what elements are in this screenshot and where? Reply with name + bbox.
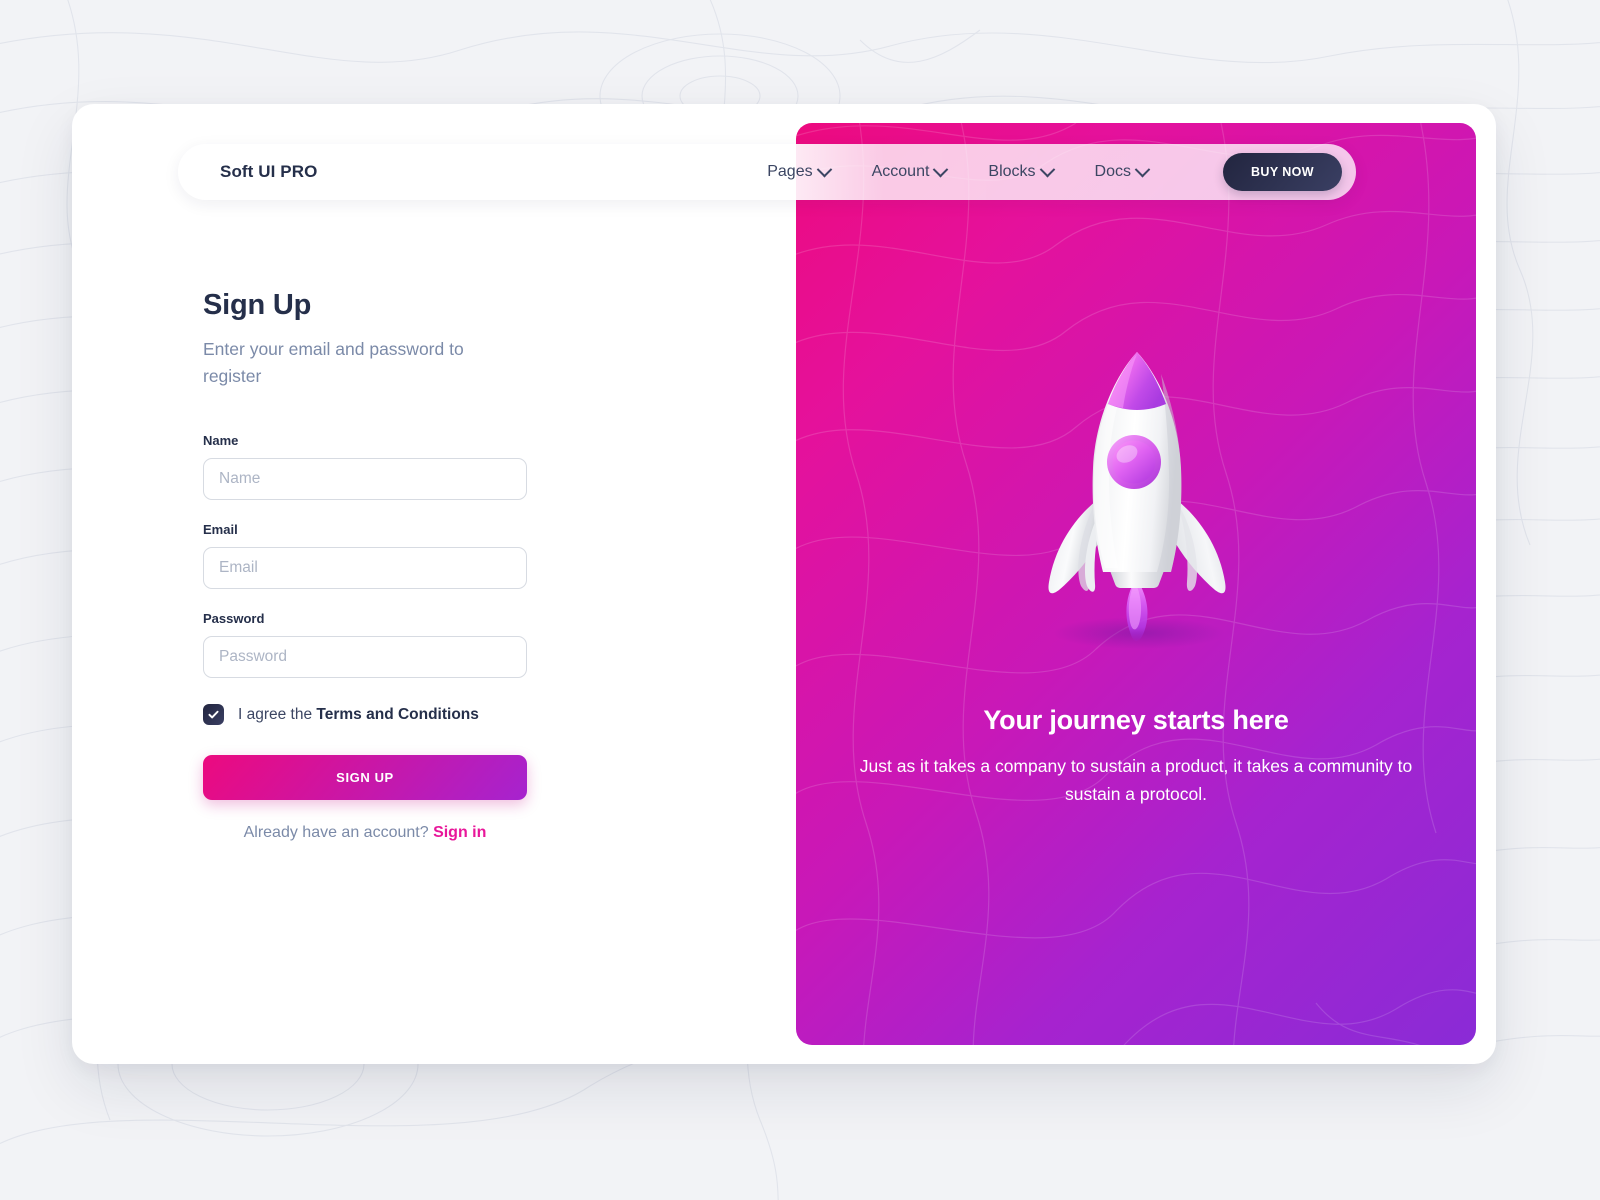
chevron-down-icon (1039, 161, 1055, 177)
name-field-label: Name (203, 433, 239, 449)
hero-title: Your journey starts here (983, 705, 1289, 735)
nav-item-blocks[interactable]: Blocks (988, 161, 1055, 181)
signin-prompt-text: Already have an account? (243, 824, 434, 842)
nav-item-docs-label: Docs (1094, 163, 1131, 180)
nav-item-blocks-label: Blocks (988, 163, 1036, 180)
signup-form: Sign Up Enter your email and password to… (203, 289, 527, 842)
nav-item-account[interactable]: Account (871, 161, 949, 181)
chevron-down-icon (1134, 161, 1151, 177)
nav-links: Pages Account Blocks Docs (767, 161, 1151, 181)
password-field-label: Password (203, 611, 265, 627)
terms-checkbox[interactable] (203, 704, 224, 726)
email-input[interactable] (203, 547, 527, 590)
password-input[interactable] (203, 636, 527, 679)
nav-item-docs[interactable]: Docs (1094, 161, 1151, 181)
signup-button[interactable]: SIGN UP (203, 755, 527, 801)
rocket-icon (1048, 352, 1226, 649)
navbar: Soft UI PRO Pages Account Blocks Docs BU… (178, 144, 1356, 200)
hero-text-block: Your journey starts here Just as it take… (796, 705, 1476, 808)
signin-link[interactable]: Sign in (433, 824, 486, 841)
chevron-down-icon (816, 161, 832, 177)
hero-panel: Your journey starts here Just as it take… (796, 123, 1476, 1045)
terms-and-conditions-link[interactable]: Terms and Conditions (316, 706, 478, 723)
signin-prompt-row: Already have an account? Sign in (203, 824, 527, 842)
auth-card: Your journey starts here Just as it take… (72, 104, 1496, 1064)
check-icon (208, 710, 219, 719)
email-field-group: Email (203, 522, 527, 590)
nav-item-pages[interactable]: Pages (767, 161, 832, 181)
nav-item-pages-label: Pages (767, 163, 813, 180)
page-subtitle: Enter your email and password to registe… (203, 339, 464, 386)
brand-logo[interactable]: Soft UI PRO (220, 162, 317, 182)
page-title: Sign Up (203, 289, 312, 321)
chevron-down-icon (933, 161, 949, 177)
terms-label: I agree the Terms and Conditions (238, 706, 479, 724)
hero-subtitle: Just as it takes a company to sustain a … (859, 756, 1413, 804)
buy-now-button[interactable]: BUY NOW (1223, 153, 1342, 191)
email-field-label: Email (203, 522, 238, 538)
terms-prefix: I agree the (238, 705, 317, 723)
name-field-group: Name (203, 433, 527, 501)
terms-row: I agree the Terms and Conditions (203, 704, 527, 726)
password-field-group: Password (203, 611, 527, 679)
rocket-illustration (796, 328, 1476, 658)
name-input[interactable] (203, 458, 527, 501)
nav-item-account-label: Account (871, 163, 930, 180)
